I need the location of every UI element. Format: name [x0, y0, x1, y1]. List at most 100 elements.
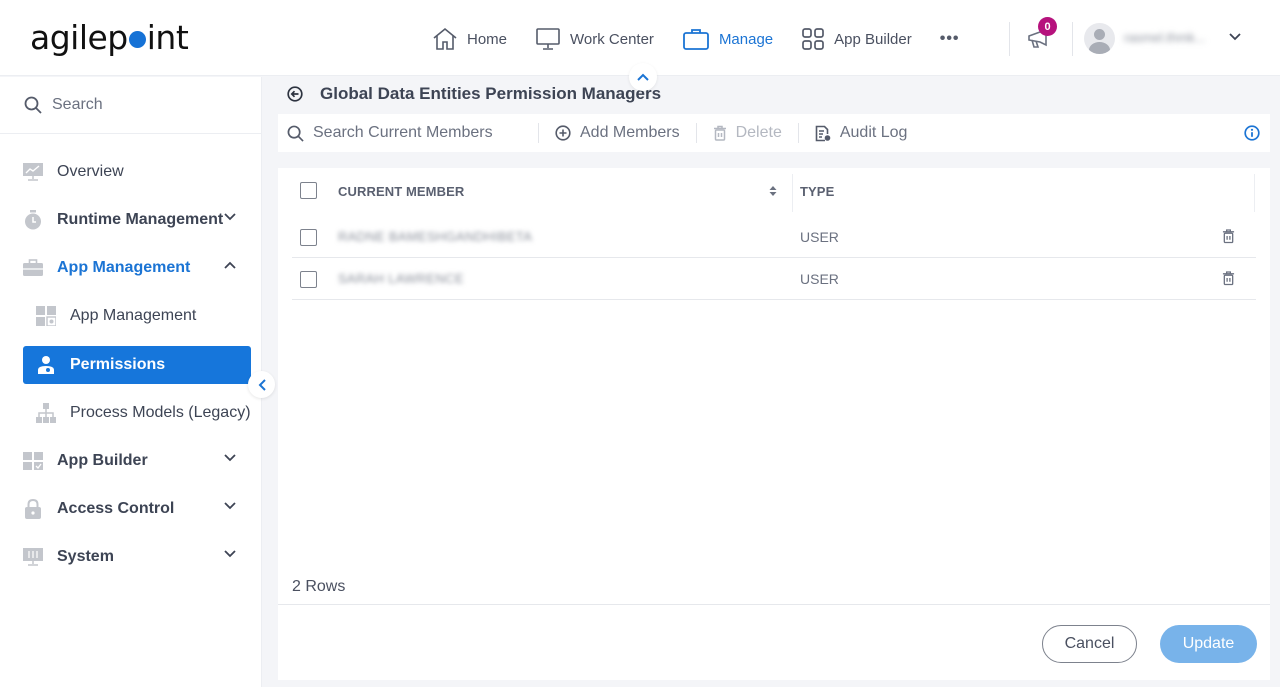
add-members-button[interactable]: Add Members	[555, 124, 680, 142]
update-button[interactable]: Update	[1160, 625, 1257, 663]
nav-app-builder-label: App Builder	[834, 30, 912, 48]
sidebar-subitem-process-models[interactable]: Process Models (Legacy)	[23, 394, 251, 432]
delete-label: Delete	[735, 124, 782, 141]
header-divider	[1072, 22, 1073, 56]
avatar-head	[1094, 29, 1105, 40]
home-icon	[433, 27, 457, 50]
sidebar-subitem-app-management[interactable]: App Management	[23, 297, 251, 335]
hierarchy-icon	[36, 403, 56, 423]
audit-log-icon	[815, 125, 831, 141]
row-checkbox[interactable]	[300, 271, 317, 288]
select-all-checkbox[interactable]	[300, 182, 317, 199]
search-icon	[287, 125, 304, 142]
member-name: RADNE BAMESHGANDHIBETA	[338, 229, 533, 244]
toolbar-divider	[538, 123, 539, 143]
toolbar-divider	[797, 123, 799, 143]
nav-work-center-label: Work Center	[570, 30, 654, 48]
sidebar-item-label: App Builder	[57, 452, 148, 469]
nav-home-label: Home	[467, 30, 508, 48]
sidebar-item-label: App Management	[57, 259, 191, 276]
collapse-header-button[interactable]	[629, 63, 657, 91]
nav-home[interactable]: Home	[432, 27, 507, 51]
sidebar-item-app-builder[interactable]: App Builder	[23, 442, 251, 480]
sidebar-item-runtime-management[interactable]: Runtime Management	[23, 201, 251, 239]
column-divider[interactable]	[792, 174, 793, 212]
grid-icon	[802, 28, 825, 50]
monitor-icon	[536, 28, 560, 50]
audit-log-button[interactable]: Audit Log	[815, 124, 908, 142]
avatar-body	[1089, 42, 1110, 54]
add-members-label: Add Members	[580, 124, 680, 141]
trash-icon	[713, 125, 726, 141]
logo-text-prefix: agilep	[30, 18, 128, 57]
members-table-panel: CURRENT MEMBER TYPE RADNE BAMESHGANDHIBE…	[278, 168, 1270, 680]
info-icon[interactable]	[1244, 125, 1260, 141]
notification-badge: 0	[1038, 17, 1057, 36]
trash-icon[interactable]	[1222, 270, 1235, 286]
plus-circle-icon	[555, 125, 571, 141]
chevron-down-icon	[224, 502, 236, 510]
lock-icon	[23, 499, 43, 519]
toolbar-divider	[695, 123, 697, 143]
sidebar-item-label: Overview	[57, 163, 124, 180]
more-icon: •••	[939, 30, 960, 47]
page-title: Global Data Entities Permission Managers	[320, 84, 662, 103]
search-current-members-input[interactable]	[313, 124, 503, 142]
chevron-left-icon	[258, 378, 266, 391]
nav-work-center[interactable]: Work Center	[535, 27, 654, 51]
chevron-down-icon[interactable]	[1228, 32, 1242, 42]
chevron-up-icon	[637, 73, 649, 81]
delete-button[interactable]: Delete	[713, 124, 782, 142]
sidebar-search-input[interactable]	[52, 96, 242, 114]
member-name: SARAH LAWRENCE	[338, 271, 464, 286]
sidebar-subitem-permissions[interactable]: Permissions	[23, 346, 251, 384]
chevron-down-icon	[224, 454, 236, 462]
table-row[interactable]: RADNE BAMESHGANDHIBETA USER	[292, 216, 1256, 258]
briefcase-icon	[683, 29, 709, 50]
nav-manage[interactable]: Manage	[682, 27, 773, 51]
row-checkbox[interactable]	[300, 229, 317, 246]
audit-log-label: Audit Log	[839, 124, 908, 141]
chart-monitor-icon	[23, 162, 43, 182]
column-header-current-member[interactable]: CURRENT MEMBER	[338, 184, 464, 199]
sidebar-item-label: Process Models (Legacy)	[70, 404, 251, 421]
column-divider[interactable]	[1254, 174, 1255, 212]
username[interactable]: rasmel.thmk...	[1124, 30, 1214, 45]
agilepoint-logo[interactable]: agilep int	[30, 18, 189, 57]
cancel-button[interactable]: Cancel	[1042, 625, 1137, 663]
footer-divider	[278, 604, 1270, 605]
row-count: 2 Rows	[292, 578, 346, 595]
sidebar-item-app-management[interactable]: App Management	[23, 249, 251, 287]
sidebar-item-overview[interactable]: Overview	[23, 153, 251, 191]
page-header: Global Data Entities Permission Managers	[287, 84, 661, 104]
back-arrow-icon[interactable]	[287, 86, 303, 102]
sidebar-item-label: Permissions	[70, 356, 166, 373]
logo-text-suffix: int	[146, 18, 189, 57]
apps-grid-icon	[36, 306, 56, 326]
table-header: CURRENT MEMBER TYPE	[292, 168, 1256, 215]
member-type: USER	[800, 229, 839, 245]
main-nav: Home Work Center Manage App Builder •••	[432, 24, 988, 54]
more-menu-button[interactable]: •••	[940, 30, 960, 48]
nav-app-builder[interactable]: App Builder	[801, 27, 912, 51]
sidebar-item-system[interactable]: System	[23, 538, 251, 576]
trash-icon[interactable]	[1222, 228, 1235, 244]
user-key-icon	[36, 355, 56, 375]
sidebar-item-label: Runtime Management	[57, 211, 224, 228]
toolbar: Add Members Delete Audit Log	[278, 114, 1270, 152]
stopwatch-icon	[23, 210, 43, 230]
chevron-up-icon	[224, 261, 236, 269]
chevron-down-icon	[224, 213, 236, 221]
collapse-sidebar-button[interactable]	[248, 371, 275, 398]
sort-icon[interactable]	[769, 185, 777, 197]
search-icon	[24, 96, 42, 114]
toolbox-icon	[23, 258, 43, 278]
member-search	[278, 124, 522, 142]
avatar[interactable]	[1084, 23, 1115, 54]
builder-grid-icon	[23, 451, 43, 471]
sidebar-item-access-control[interactable]: Access Control	[23, 490, 251, 528]
member-type: USER	[800, 271, 839, 287]
column-header-type[interactable]: TYPE	[800, 184, 834, 199]
table-row[interactable]: SARAH LAWRENCE USER	[292, 258, 1256, 300]
logo-dot	[128, 31, 146, 48]
